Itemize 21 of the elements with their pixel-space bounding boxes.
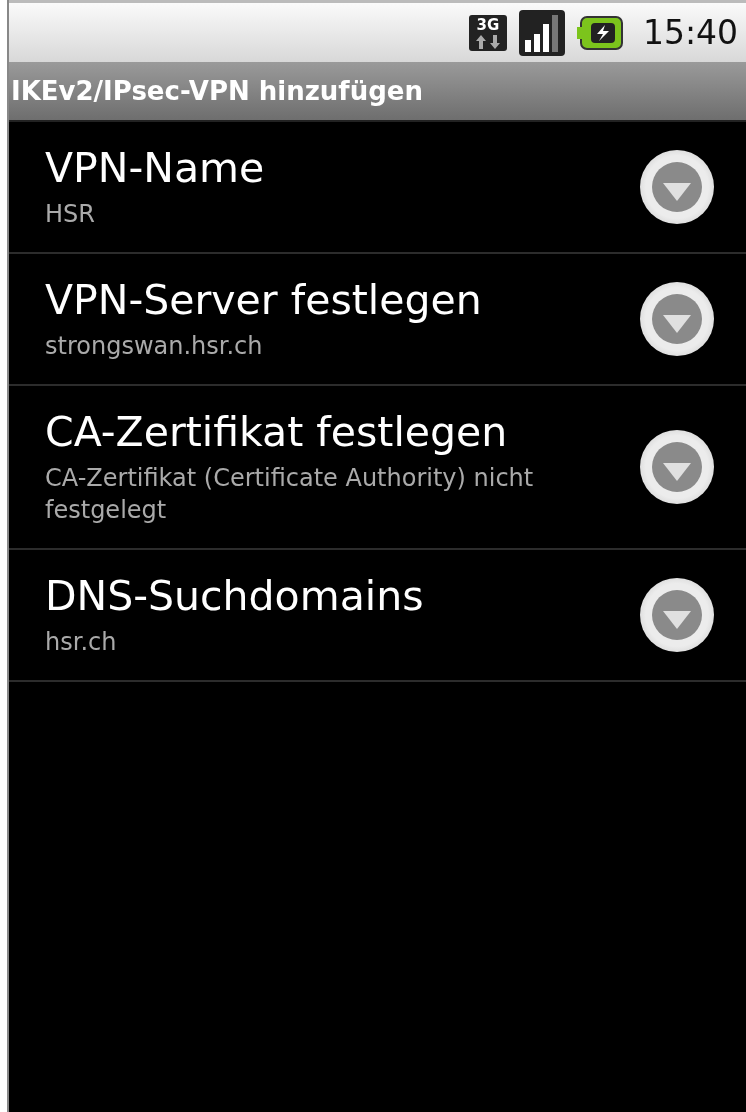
network-type-icon: 3G	[468, 14, 507, 51]
dropdown-icon	[651, 589, 703, 641]
setting-summary: strongswan.hsr.ch	[45, 331, 264, 362]
signal-icon	[518, 9, 565, 56]
setting-title: CA-Zertifikat festlegen	[45, 408, 509, 456]
setting-summary: HSR	[45, 199, 96, 230]
setting-row[interactable]: VPN-Server festlegen strongswan.hsr.ch	[9, 254, 746, 386]
dropdown-icon	[651, 441, 703, 493]
setting-summary: hsr.ch	[45, 627, 118, 658]
battery-charging-icon	[576, 15, 623, 50]
setting-row[interactable]: VPN-Name HSR	[9, 122, 746, 254]
setting-summary: CA-Zertifikat (Certificate Authority) nicht festgelegt	[45, 463, 535, 526]
screen-title: IKEv2/IPsec-VPN hinzufügen	[11, 76, 423, 106]
setting-row[interactable]: DNS-Suchdomains hsr.ch	[9, 550, 746, 682]
setting-title: VPN-Name	[45, 144, 266, 192]
clock-time: 15:40	[642, 13, 738, 52]
setting-title: DNS-Suchdomains	[45, 572, 425, 620]
dropdown-icon	[651, 293, 703, 345]
dropdown-icon	[651, 161, 703, 213]
setting-title: VPN-Server festlegen	[45, 276, 483, 324]
setting-row[interactable]: CA-Zertifikat festlegen CA-Zertifikat (Certificate Authority) nicht festgelegt	[9, 386, 746, 550]
